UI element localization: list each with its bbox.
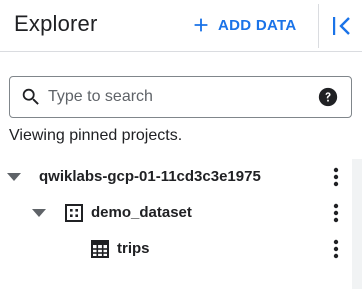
pinned-projects-note: Viewing pinned projects. [9,127,183,144]
caret-down-icon[interactable] [31,206,47,220]
caret-down-icon[interactable] [6,170,22,184]
search-icon [22,88,39,105]
more-vert-icon[interactable] [326,202,346,224]
search-input[interactable] [48,88,317,106]
collapse-left-icon [333,17,350,35]
plus-icon [194,18,208,32]
explorer-header: Explorer ADD DATA [0,0,362,52]
panel-title: Explorer [14,11,98,36]
explorer-panel: Explorer ADD DATA Viewing pinned project… [0,0,362,289]
more-vert-icon[interactable] [326,238,346,260]
search-box [9,76,352,118]
table-icon [91,240,109,258]
tree-row-table[interactable]: trips [0,231,352,267]
help-icon[interactable] [317,86,339,108]
add-data-label: ADD DATA [218,16,297,34]
add-data-button[interactable]: ADD DATA [190,10,297,40]
scrollbar-track[interactable] [352,159,362,289]
table-label: trips [117,240,150,257]
more-vert-icon[interactable] [326,166,346,188]
dataset-icon [65,204,83,222]
header-divider [318,4,319,48]
tree-row-project[interactable]: qwiklabs-gcp-01-11cd3c3e1975 [0,159,352,195]
collapse-panel-button[interactable] [328,12,356,40]
tree-row-dataset[interactable]: demo_dataset [0,195,352,231]
dataset-label: demo_dataset [91,204,192,221]
project-label: qwiklabs-gcp-01-11cd3c3e1975 [39,168,261,185]
